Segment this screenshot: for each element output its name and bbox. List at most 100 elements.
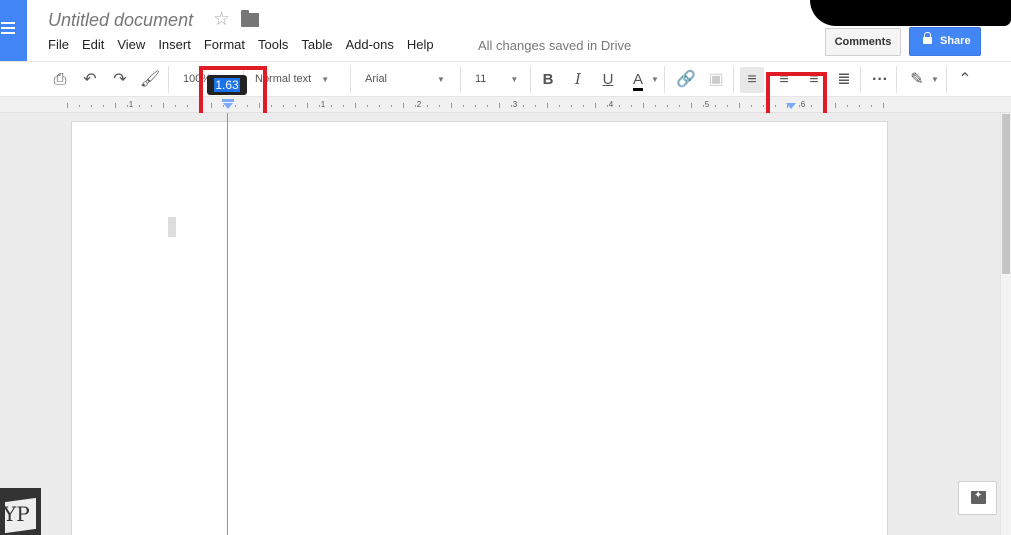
share-label: Share <box>940 35 971 47</box>
menu-edit[interactable]: Edit <box>82 37 104 53</box>
ruler-tick <box>523 105 524 107</box>
caret-down-icon[interactable]: ▼ <box>931 62 939 97</box>
caret-down-icon[interactable]: ▼ <box>651 62 659 97</box>
menu-file[interactable]: File <box>48 37 69 53</box>
ruler-tick <box>139 105 140 107</box>
menu-insert[interactable]: Insert <box>158 37 191 53</box>
more-icon[interactable]: ··· <box>868 62 892 97</box>
ruler-tick <box>367 105 368 107</box>
ruler-tick <box>835 103 836 108</box>
ruler-tick <box>343 105 344 107</box>
underline-button[interactable]: U <box>596 62 620 97</box>
menu-addons[interactable]: Add-ons <box>345 37 393 53</box>
ruler-tick <box>643 103 644 108</box>
ruler-tick <box>859 105 860 107</box>
watermark-text: YP <box>3 502 30 526</box>
lock-icon <box>923 32 932 44</box>
ruler-tick <box>751 105 752 107</box>
ruler-tick <box>727 105 728 107</box>
share-button[interactable]: Share <box>909 27 981 56</box>
ruler-tick <box>115 103 116 108</box>
undo-icon[interactable]: ↶ <box>78 62 102 97</box>
ruler-tick <box>175 105 176 107</box>
ruler-label: 4 <box>608 100 614 109</box>
ruler[interactable]: 1 1 2 3 4 5 6 <box>0 97 1011 113</box>
ruler-tick <box>439 105 440 107</box>
bold-button[interactable]: B <box>536 62 560 97</box>
ruler-tick <box>415 105 416 107</box>
ruler-tick <box>187 105 188 107</box>
font-select[interactable]: Arial ▼ <box>365 62 450 97</box>
caret-down-icon: ▼ <box>321 75 330 84</box>
redo-icon[interactable]: ↷ <box>108 62 132 97</box>
add-comment-icon[interactable]: ▣ <box>704 62 728 97</box>
text-cursor <box>168 217 176 237</box>
document-title[interactable]: Untitled document <box>48 10 193 31</box>
right-indent-highlight <box>766 72 827 119</box>
ruler-label: 2 <box>416 100 422 109</box>
ruler-tick <box>151 105 152 107</box>
star-icon[interactable]: ☆ <box>213 8 230 31</box>
paint-format-icon[interactable]: 🖌 <box>138 62 162 97</box>
ruler-tick <box>763 105 764 107</box>
ruler-tick <box>655 105 656 107</box>
ruler-tick <box>307 103 308 108</box>
ruler-tick <box>871 105 872 107</box>
ruler-tick <box>163 103 164 108</box>
ruler-tick <box>571 105 572 107</box>
ruler-tick <box>283 105 284 107</box>
ruler-tick <box>511 105 512 107</box>
ruler-tick <box>499 103 500 108</box>
italic-button[interactable]: I <box>566 62 590 97</box>
align-left-icon[interactable]: ≡ <box>740 67 764 93</box>
ruler-tick <box>535 105 536 107</box>
style-select[interactable]: Normal text ▼ <box>255 62 340 97</box>
link-icon[interactable]: 🔗 <box>674 62 698 97</box>
ruler-tick <box>631 105 632 107</box>
folder-icon[interactable] <box>241 10 259 27</box>
menu-help[interactable]: Help <box>407 37 434 53</box>
text-color-letter: A <box>632 71 643 91</box>
menu-view[interactable]: View <box>117 37 145 53</box>
ruler-tick <box>619 105 620 107</box>
ruler-tick <box>355 103 356 108</box>
ruler-tick <box>403 103 404 108</box>
ruler-tick <box>67 103 68 108</box>
ruler-tick <box>691 103 692 108</box>
menu-tools[interactable]: Tools <box>258 37 288 53</box>
ruler-tick <box>91 105 92 107</box>
docs-home-icon[interactable] <box>0 0 27 61</box>
explore-button[interactable] <box>958 481 997 515</box>
ruler-tick <box>427 105 428 107</box>
menu-format[interactable]: Format <box>204 37 245 53</box>
document-canvas <box>0 113 1000 535</box>
font-size-select[interactable]: 11 ▼ <box>475 62 525 97</box>
toolbar: ⎙ ↶ ↷ 🖌 100% Normal text ▼ Arial ▼ 11 ▼ B I… <box>0 61 1011 97</box>
scrollbar-thumb[interactable] <box>1002 114 1010 274</box>
document-page[interactable] <box>71 121 888 535</box>
ruler-tick <box>463 105 464 107</box>
ruler-tick <box>379 105 380 107</box>
text-color-button[interactable]: A <box>626 62 650 97</box>
ruler-tick <box>607 105 608 107</box>
ruler-tick <box>679 105 680 107</box>
font-value: Arial <box>365 73 388 85</box>
ruler-tick <box>559 105 560 107</box>
ruler-tick <box>595 103 596 108</box>
ruler-tick <box>103 105 104 107</box>
pencil-icon[interactable]: ✎ <box>905 62 929 97</box>
caret-down-icon: ▼ <box>437 75 445 84</box>
align-justify-icon[interactable]: ≣ <box>832 62 856 97</box>
menu-table[interactable]: Table <box>301 37 332 53</box>
comments-button[interactable]: Comments <box>825 28 901 56</box>
menu-bar: File Edit View Insert Format Tools Table… <box>48 37 447 53</box>
ruler-tick <box>667 105 668 107</box>
ruler-label: 1 <box>128 100 134 109</box>
ruler-tick <box>271 105 272 107</box>
ruler-tick <box>391 105 392 107</box>
ruler-tick <box>715 105 716 107</box>
save-status: All changes saved in Drive <box>478 38 632 53</box>
print-icon[interactable]: ⎙ <box>48 62 72 97</box>
ruler-tick <box>703 105 704 107</box>
collapse-chevron-icon[interactable]: ⌃ <box>953 62 977 97</box>
